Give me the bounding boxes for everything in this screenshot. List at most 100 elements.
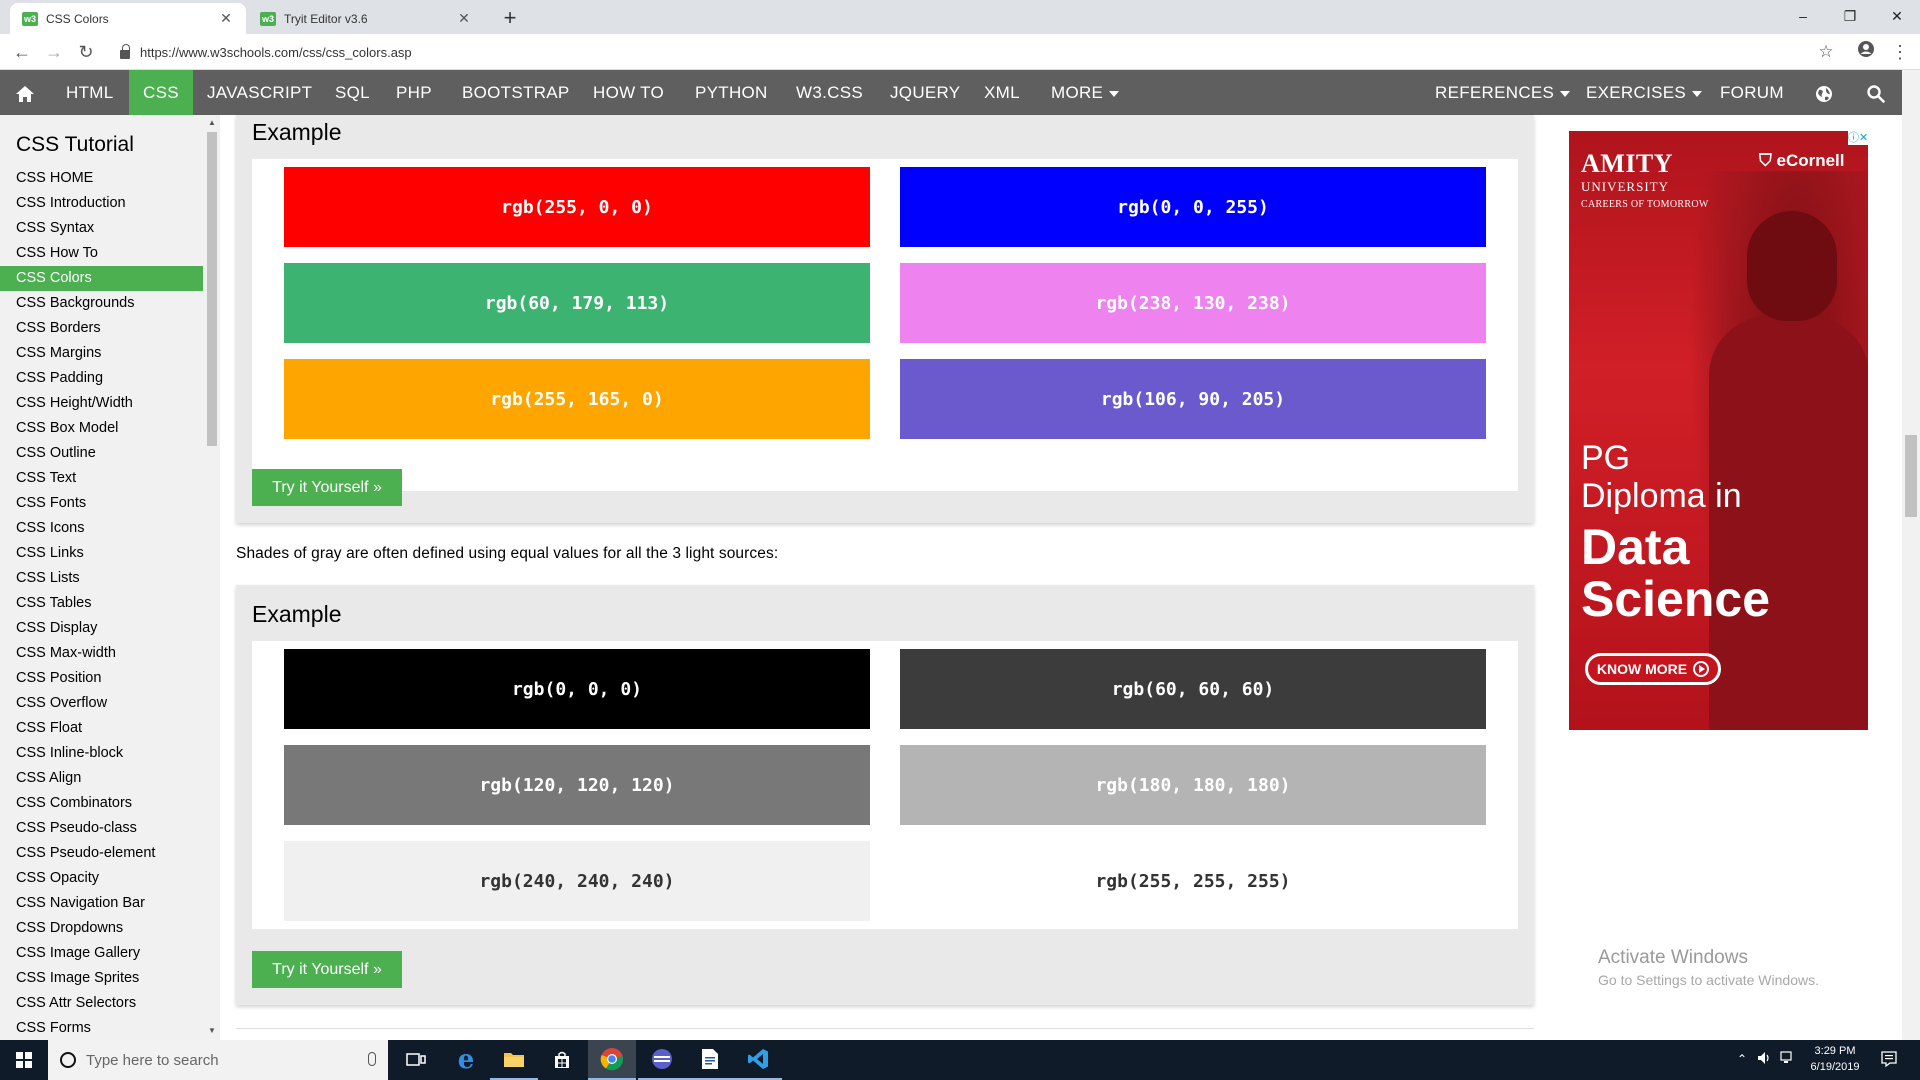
- nav-xml[interactable]: XML: [970, 70, 1034, 115]
- edge-browser-icon[interactable]: e: [442, 1040, 490, 1080]
- speaker-icon[interactable]: [1756, 1050, 1772, 1071]
- start-button[interactable]: [0, 1040, 48, 1080]
- sidebar-item-css-borders[interactable]: CSS Borders: [0, 316, 203, 341]
- page-scroll-thumb[interactable]: [1905, 435, 1917, 517]
- document-editor-icon[interactable]: [686, 1040, 734, 1080]
- home-icon[interactable]: [0, 70, 50, 115]
- nav-w3css[interactable]: W3.CSS: [782, 70, 877, 115]
- sidebar-item-css-attr-selectors[interactable]: CSS Attr Selectors: [0, 991, 203, 1016]
- nav-forum[interactable]: FORUM: [1706, 70, 1798, 115]
- sidebar-item-css-navigation-bar[interactable]: CSS Navigation Bar: [0, 891, 203, 916]
- reload-icon[interactable]: ↻: [74, 40, 98, 64]
- nav-sql[interactable]: SQL: [321, 70, 384, 115]
- task-view-icon[interactable]: [392, 1040, 440, 1080]
- search-icon[interactable]: [1860, 70, 1892, 115]
- tab-tryit-editor[interactable]: w3 Tryit Editor v3.6 ✕: [248, 3, 484, 34]
- sidebar-item-css-home[interactable]: CSS HOME: [0, 166, 203, 191]
- sidebar-item-css-box-model[interactable]: CSS Box Model: [0, 416, 203, 441]
- network-icon[interactable]: [1780, 1051, 1796, 1070]
- tab-close-icon[interactable]: ✕: [456, 10, 472, 27]
- globe-icon[interactable]: [1808, 70, 1840, 115]
- caret-down-icon: [1109, 90, 1120, 97]
- sidebar-item-css-opacity[interactable]: CSS Opacity: [0, 866, 203, 891]
- sidebar-item-css-tables[interactable]: CSS Tables: [0, 591, 203, 616]
- sidebar-item-css-max-width[interactable]: CSS Max-width: [0, 641, 203, 666]
- paragraph-gray-shades: Shades of gray are often defined using e…: [236, 545, 779, 562]
- sidebar-item-css-overflow[interactable]: CSS Overflow: [0, 691, 203, 716]
- sidebar-item-css-float[interactable]: CSS Float: [0, 716, 203, 741]
- notification-center-icon[interactable]: [1880, 1050, 1898, 1073]
- sidebar-item-css-combinators[interactable]: CSS Combinators: [0, 791, 203, 816]
- color-swatch: rgb(240, 240, 240): [284, 841, 870, 921]
- page-scrollbar[interactable]: [1902, 70, 1920, 1040]
- ad-choices-close-icon[interactable]: ⓘ✕: [1848, 131, 1868, 145]
- address-bar[interactable]: https://www.w3schools.com/css/css_colors…: [110, 39, 1828, 65]
- sidebar-item-css-padding[interactable]: CSS Padding: [0, 366, 203, 391]
- taskbar-clock[interactable]: 3:29 PM 6/19/2019: [1795, 1043, 1875, 1075]
- sidebar-item-css-dropdowns[interactable]: CSS Dropdowns: [0, 916, 203, 941]
- nav-exercises[interactable]: EXERCISES: [1572, 70, 1716, 115]
- microphone-icon[interactable]: [368, 1052, 376, 1066]
- try-it-yourself-button[interactable]: Try it Yourself »: [252, 951, 402, 988]
- nav-javascript[interactable]: JAVASCRIPT: [193, 70, 326, 115]
- sidebar-item-css-icons[interactable]: CSS Icons: [0, 516, 203, 541]
- close-window-button[interactable]: ✕: [1874, 2, 1920, 30]
- taskbar-search-box[interactable]: Type here to search: [48, 1040, 388, 1080]
- sidebar-item-css-backgrounds[interactable]: CSS Backgrounds: [0, 291, 203, 316]
- nav-python[interactable]: PYTHON: [681, 70, 782, 115]
- sidebar-item-css-display[interactable]: CSS Display: [0, 616, 203, 641]
- chevron-up-icon[interactable]: ⌃: [1737, 1052, 1747, 1066]
- menu-kebab-icon[interactable]: ⋮: [1888, 40, 1912, 64]
- nav-jquery[interactable]: JQUERY: [876, 70, 974, 115]
- file-explorer-icon[interactable]: [490, 1040, 538, 1080]
- forward-arrow-icon[interactable]: →: [42, 40, 66, 64]
- sidebar-item-css-pseudo-element[interactable]: CSS Pseudo-element: [0, 841, 203, 866]
- sidebar-item-css-colors[interactable]: CSS Colors: [0, 266, 203, 291]
- nav-references[interactable]: REFERENCES: [1421, 70, 1584, 115]
- sidebar-item-css-forms[interactable]: CSS Forms: [0, 1016, 203, 1041]
- scroll-up-arrow-icon[interactable]: ▲: [206, 118, 218, 127]
- new-tab-button[interactable]: +: [498, 5, 522, 31]
- scroll-down-arrow-icon[interactable]: ▼: [206, 1026, 218, 1035]
- sidebar-item-css-position[interactable]: CSS Position: [0, 666, 203, 691]
- sidebar-item-css-text[interactable]: CSS Text: [0, 466, 203, 491]
- sidebar-item-css-margins[interactable]: CSS Margins: [0, 341, 203, 366]
- try-it-yourself-button[interactable]: Try it Yourself »: [252, 469, 402, 506]
- bookmark-star-icon[interactable]: ☆: [1814, 40, 1838, 64]
- sidebar-item-css-how-to[interactable]: CSS How To: [0, 241, 203, 266]
- sidebar-item-css-inline-block[interactable]: CSS Inline-block: [0, 741, 203, 766]
- nav-html[interactable]: HTML: [52, 70, 127, 115]
- nav-how-to[interactable]: HOW TO: [579, 70, 678, 115]
- chrome-icon[interactable]: [588, 1040, 636, 1080]
- sidebar-item-css-fonts[interactable]: CSS Fonts: [0, 491, 203, 516]
- media-app-icon[interactable]: [638, 1040, 686, 1080]
- back-arrow-icon[interactable]: ←: [10, 40, 34, 64]
- nav-css[interactable]: CSS: [129, 70, 193, 115]
- sidebar-item-css-align[interactable]: CSS Align: [0, 766, 203, 791]
- sidebar-item-css-lists[interactable]: CSS Lists: [0, 566, 203, 591]
- nav-php[interactable]: PHP: [382, 70, 446, 115]
- account-icon[interactable]: [1854, 40, 1878, 64]
- color-swatch: rgb(255, 165, 0): [284, 359, 870, 439]
- tab-css-colors[interactable]: w3 CSS Colors ✕: [10, 3, 246, 34]
- sidebar-scroll-thumb[interactable]: [207, 132, 217, 446]
- sidebar-item-css-introduction[interactable]: CSS Introduction: [0, 191, 203, 216]
- maximize-button[interactable]: ❐: [1827, 2, 1873, 30]
- know-more-button[interactable]: KNOW MORE: [1585, 653, 1721, 685]
- browser-toolbar: ← → ↻ https://www.w3schools.com/css/css_…: [0, 34, 1920, 70]
- tab-close-icon[interactable]: ✕: [218, 10, 234, 27]
- nav-bootstrap[interactable]: BOOTSTRAP: [448, 70, 584, 115]
- sidebar-item-css-syntax[interactable]: CSS Syntax: [0, 216, 203, 241]
- sidebar-item-css-outline[interactable]: CSS Outline: [0, 441, 203, 466]
- sidebar-item-css-image-gallery[interactable]: CSS Image Gallery: [0, 941, 203, 966]
- advertisement-banner[interactable]: ⓘ✕ AMITY UNIVERSITY CAREERS OF TOMORROW …: [1569, 131, 1868, 730]
- store-icon[interactable]: [538, 1040, 586, 1080]
- sidebar-item-css-height-width[interactable]: CSS Height/Width: [0, 391, 203, 416]
- vscode-icon[interactable]: [734, 1040, 782, 1080]
- sidebar-item-css-links[interactable]: CSS Links: [0, 541, 203, 566]
- sidebar-title: CSS Tutorial: [16, 133, 134, 156]
- sidebar-item-css-image-sprites[interactable]: CSS Image Sprites: [0, 966, 203, 991]
- sidebar-item-css-pseudo-class[interactable]: CSS Pseudo-class: [0, 816, 203, 841]
- nav-more[interactable]: MORE: [1037, 70, 1133, 115]
- minimize-button[interactable]: –: [1780, 2, 1826, 30]
